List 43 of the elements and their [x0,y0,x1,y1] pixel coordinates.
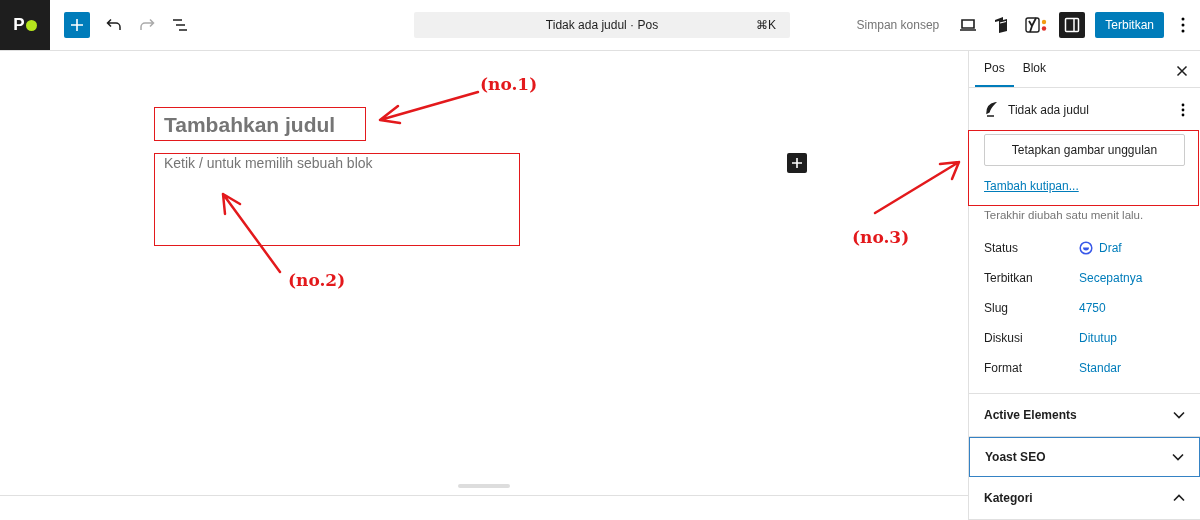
stacked-pages-icon[interactable] [993,16,1010,34]
laptop-icon[interactable] [959,18,978,32]
field-value-link[interactable]: 4750 [1079,301,1106,316]
panel-header[interactable]: Active Elements [969,394,1200,438]
field-label: Slug [984,301,1010,316]
more-options-icon[interactable] [1181,103,1185,118]
site-logo[interactable]: P [0,0,50,50]
sidebar-tab[interactable]: Blok [1013,51,1056,88]
field-label: Status [984,241,1020,256]
field-label: Diskusi [984,331,1024,346]
sidebar-tab[interactable]: Pos [975,51,1014,88]
annotation-label: (no.1) [480,74,538,94]
post-title: Tidak ada judul [1008,103,1090,118]
featured-image-button[interactable]: Tetapkan gambar unggulan [984,134,1185,167]
sidebar-toggle-button[interactable] [1059,12,1086,38]
paragraph-field[interactable]: Ketik / untuk memilih sebuah blok [155,151,521,239]
annotation-label: (no.2) [288,270,346,290]
save-draft-button[interactable]: Simpan konsep [856,18,944,32]
sidebar-icon [1064,17,1081,33]
plus-icon [70,18,84,32]
panel-header[interactable]: Yoast SEO [969,437,1200,478]
annotation-label: (no.3) [852,227,910,247]
field-label: Terbitkan [984,271,1034,286]
list-view-icon[interactable] [171,16,189,34]
command-bar[interactable]: Tidak ada judul · Pos ⌘K [414,12,790,38]
field-value-link[interactable]: Draf [1099,241,1122,256]
field-value-link[interactable]: Standar [1079,361,1122,376]
field-value-link[interactable]: Ditutup [1079,331,1118,346]
status-icon [1079,241,1093,256]
panel-header[interactable]: Kategori [969,477,1200,520]
last-modified-text: Terakhir diubah satu menit lalu. [984,209,1145,222]
more-options-icon[interactable] [1180,17,1186,33]
add-excerpt-link[interactable]: Tambah kutipan... [984,179,1185,194]
plus-icon [791,157,803,169]
field-label: Format [984,361,1023,376]
resize-handle[interactable] [458,484,510,488]
field-value-link[interactable]: Secepatnya [1079,271,1143,286]
block-inserter-button[interactable] [787,153,807,173]
close-icon[interactable] [1176,65,1188,77]
quill-icon [984,102,998,119]
publish-button[interactable]: Terbitkan [1095,12,1164,38]
add-block-button[interactable] [64,12,90,38]
title-field[interactable]: Tambahkan judul [155,111,345,139]
